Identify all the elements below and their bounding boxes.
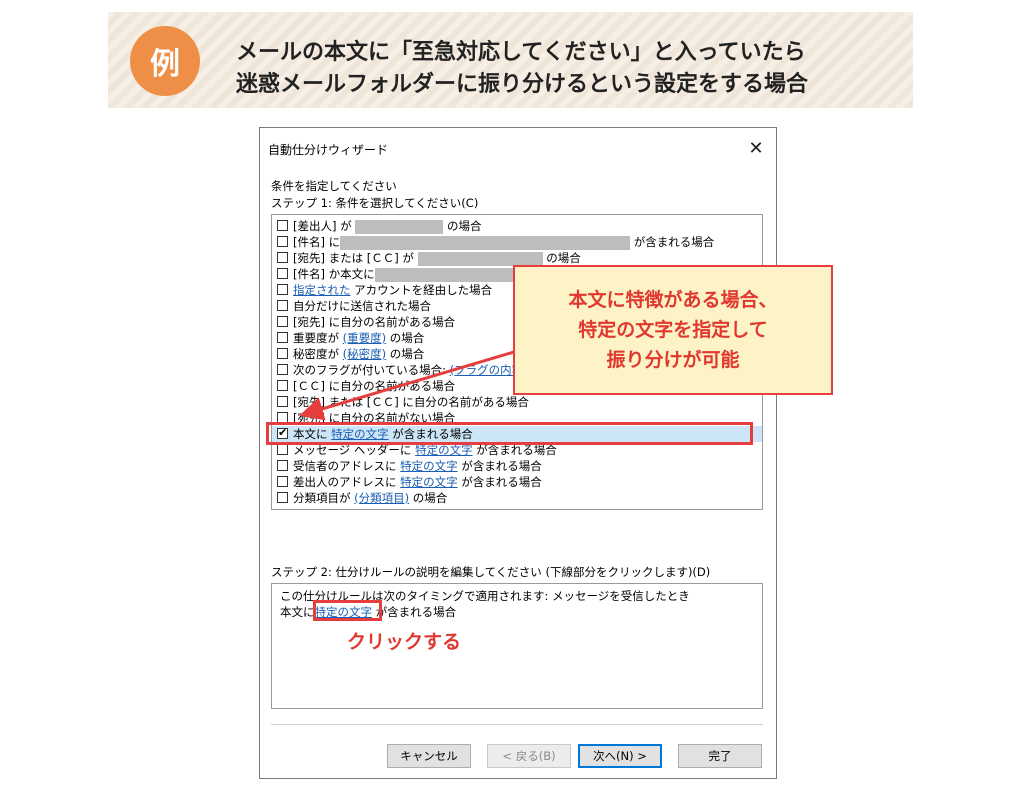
condition-link[interactable]: (分類項目): [354, 491, 409, 505]
example-badge: 例: [130, 26, 200, 96]
condition-text: [件名] か本文に: [293, 267, 375, 281]
condition-link[interactable]: (重要度): [343, 331, 386, 345]
condition-text: 差出人のアドレスに: [293, 475, 401, 489]
condition-checkbox[interactable]: [277, 220, 288, 231]
condition-text: の場合: [446, 219, 482, 233]
dialog-title: 自動仕分けウィザード: [268, 143, 389, 157]
condition-text: 受信者のアドレスに: [293, 459, 401, 473]
dialog-titlebar: 自動仕分けウィザード ✕: [260, 128, 776, 168]
condition-checkbox[interactable]: [277, 492, 288, 503]
banner-title-line1: メールの本文に「至急対応してください」と入っていたら: [236, 40, 806, 65]
description-text: が含まれる場合: [372, 605, 457, 619]
callout-line: 振り分けが可能: [606, 349, 740, 371]
condition-link[interactable]: 指定された: [293, 283, 351, 297]
condition-text: の場合: [386, 331, 425, 345]
condition-text: 自分だけに送信された場合: [293, 299, 431, 313]
condition-text: [宛先] または [ＣＣ] に自分の名前がある場合: [293, 395, 529, 409]
close-icon: ✕: [748, 137, 764, 159]
condition-link[interactable]: 特定の文字: [400, 475, 458, 489]
redacted-value: [355, 219, 444, 234]
condition-text: が含まれる場合: [457, 459, 542, 473]
condition-item[interactable]: 受信者のアドレスに 特定の文字 が含まれる場合: [272, 458, 762, 474]
condition-checkbox[interactable]: [277, 268, 288, 279]
cancel-button[interactable]: キャンセル: [387, 744, 471, 768]
condition-item[interactable]: [件名] に が含まれる場合: [272, 234, 762, 250]
condition-checkbox[interactable]: [277, 236, 288, 247]
condition-item[interactable]: 分類項目が (分類項目) の場合: [272, 490, 762, 506]
condition-checkbox[interactable]: [277, 284, 288, 295]
condition-item[interactable]: [差出人] が の場合: [272, 218, 762, 234]
condition-text: メッセージ ヘッダーに: [293, 443, 416, 457]
finish-button[interactable]: 完了: [678, 744, 762, 768]
rules-wizard-dialog: 自動仕分けウィザード ✕ 条件を指定してください ステップ 1: 条件を選択して…: [259, 127, 777, 779]
page: 例 メールの本文に「至急対応してください」と入っていたら 迷惑メールフォルダーに…: [0, 0, 1024, 800]
condition-text: 秘密度が: [293, 347, 343, 361]
next-button[interactable]: 次へ(N) >: [578, 744, 662, 768]
condition-link[interactable]: 特定の文字: [415, 443, 473, 457]
callout-line: 本文に特徴がある場合、: [568, 289, 778, 311]
banner-title-line2: 迷惑メールフォルダーに振り分けるという設定をする場合: [236, 72, 809, 97]
condition-text: 分類項目が: [293, 491, 355, 505]
condition-checkbox[interactable]: [277, 444, 288, 455]
description-text: 本文に: [280, 605, 315, 619]
selected-condition-highlight: [266, 422, 753, 445]
condition-link[interactable]: (秘密度): [343, 347, 386, 361]
callout-box: 本文に特徴がある場合、 特定の文字を指定して 振り分けが可能: [513, 265, 833, 395]
condition-text: アカウントを経由した場合: [350, 283, 493, 297]
condition-checkbox[interactable]: [277, 364, 288, 375]
condition-checkbox[interactable]: [277, 460, 288, 471]
link-highlight: [313, 600, 382, 621]
condition-text: [宛先] に自分の名前がある場合: [293, 315, 456, 329]
redacted-value: [340, 235, 631, 250]
condition-text: 重要度が: [293, 331, 343, 345]
condition-text: [宛先] または [ＣＣ] が: [293, 251, 414, 265]
close-button[interactable]: ✕: [738, 132, 774, 164]
divider: [271, 724, 763, 725]
redacted-value: [417, 251, 543, 266]
condition-text: が含まれる場合: [457, 475, 542, 489]
condition-item[interactable]: [宛先] または [ＣＣ] に自分の名前がある場合: [272, 394, 762, 410]
step1-label: ステップ 1: 条件を選択してください(C): [271, 196, 479, 210]
condition-checkbox[interactable]: [277, 316, 288, 327]
condition-text: 次のフラグが付いている場合:: [293, 363, 450, 377]
condition-checkbox[interactable]: [277, 332, 288, 343]
condition-checkbox[interactable]: [277, 476, 288, 487]
condition-checkbox[interactable]: [277, 380, 288, 391]
condition-text: が含まれる場合: [472, 443, 557, 457]
condition-text: の場合: [409, 491, 448, 505]
header-banner: 例 メールの本文に「至急対応してください」と入っていたら 迷惑メールフォルダーに…: [108, 12, 913, 108]
instruction-label: 条件を指定してください: [271, 179, 397, 193]
condition-link[interactable]: 特定の文字: [400, 459, 458, 473]
condition-text: [件名] に: [293, 235, 341, 249]
condition-text: の場合: [546, 251, 581, 265]
back-button[interactable]: < 戻る(B): [487, 744, 571, 768]
condition-item[interactable]: 差出人のアドレスに 特定の文字 が含まれる場合: [272, 474, 762, 490]
condition-text: [差出人] が: [293, 219, 352, 233]
condition-item[interactable]: [宛先] または [ＣＣ] が の場合: [272, 250, 762, 266]
condition-checkbox[interactable]: [277, 252, 288, 263]
redacted-value: [374, 267, 515, 282]
condition-checkbox[interactable]: [277, 396, 288, 407]
condition-text: [ＣＣ] に自分の名前がある場合: [293, 379, 456, 393]
condition-text: が含まれる場合: [633, 235, 715, 249]
condition-checkbox[interactable]: [277, 300, 288, 311]
click-instruction: クリックする: [347, 631, 462, 653]
step2-label: ステップ 2: 仕分けルールの説明を編集してください (下線部分をクリックします…: [271, 565, 711, 579]
condition-text: の場合: [386, 347, 425, 361]
condition-checkbox[interactable]: [277, 348, 288, 359]
callout-line: 特定の文字を指定して: [578, 319, 768, 341]
